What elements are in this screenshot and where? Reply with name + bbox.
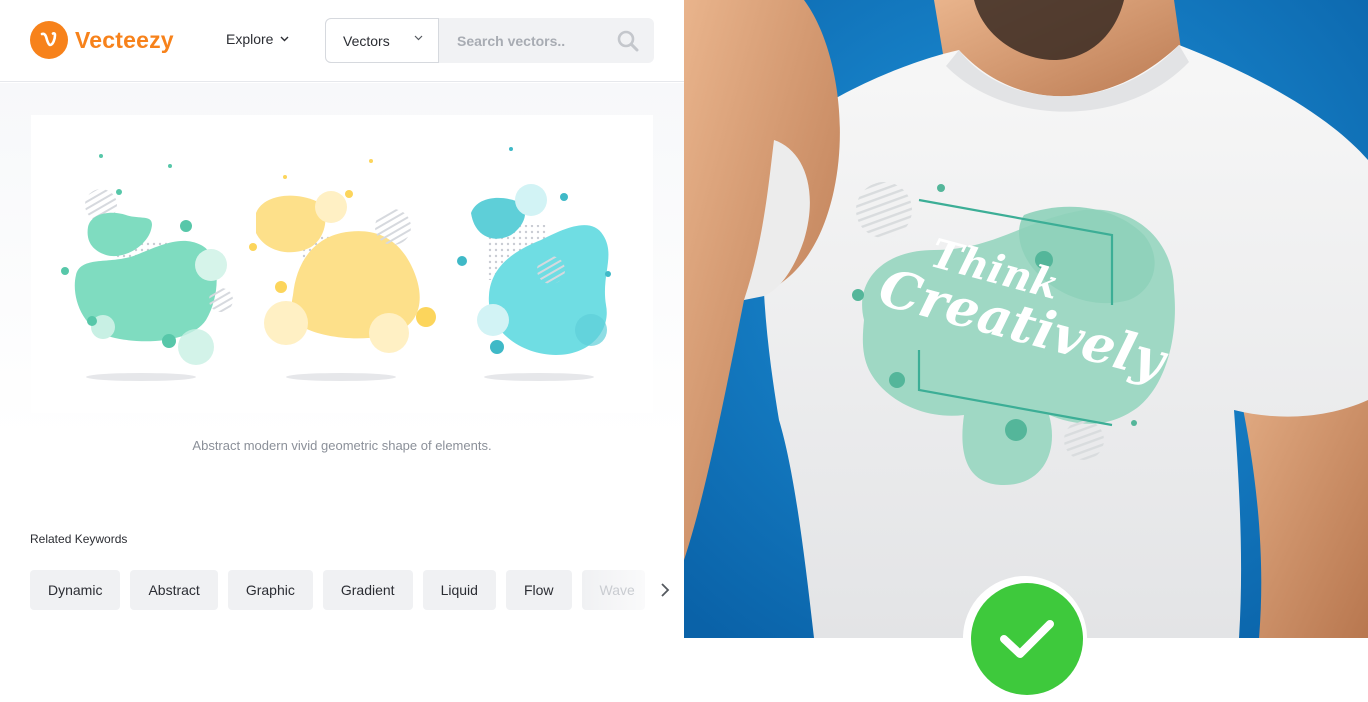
explore-label: Explore <box>226 31 274 47</box>
logo-mark-icon <box>30 21 68 59</box>
vecteezy-page: Vecteezy Explore Vectors Search vectors.… <box>0 0 684 702</box>
related-keywords-title: Related Keywords <box>30 532 128 546</box>
search-type-label: Vectors <box>343 32 390 49</box>
asset-caption: Abstract modern vivid geometric shape of… <box>192 438 492 453</box>
approved-badge <box>963 576 1087 700</box>
chevron-down-icon <box>414 35 423 41</box>
search-icon[interactable] <box>616 29 640 53</box>
explore-menu[interactable]: Explore <box>226 31 289 47</box>
search-input[interactable] <box>439 18 614 63</box>
checkmark-icon <box>971 583 1083 695</box>
site-header: Vecteezy Explore Vectors <box>0 0 684 82</box>
asset-preview-image[interactable] <box>31 115 653 413</box>
keyword-chip[interactable]: Dynamic <box>30 570 121 610</box>
tshirt-mockup-image: Think Creatively <box>684 0 1368 638</box>
keyword-chip[interactable]: Wave <box>581 570 645 610</box>
search-bar: Vectors <box>325 18 654 63</box>
search-type-select[interactable]: Vectors <box>325 18 439 63</box>
brand-logo[interactable]: Vecteezy <box>30 21 174 59</box>
keyword-chip[interactable]: Gradient <box>322 570 413 610</box>
chevron-right-icon[interactable] <box>657 580 673 600</box>
brand-name: Vecteezy <box>75 26 174 53</box>
keyword-chip[interactable]: Liquid <box>422 570 496 610</box>
keyword-chip[interactable]: Flow <box>505 570 572 610</box>
related-keywords-list: Dynamic Abstract Graphic Gradient Liquid… <box>30 570 645 610</box>
chevron-down-icon <box>280 36 289 42</box>
keyword-chip[interactable]: Abstract <box>130 570 218 610</box>
keyword-chip[interactable]: Graphic <box>227 570 313 610</box>
